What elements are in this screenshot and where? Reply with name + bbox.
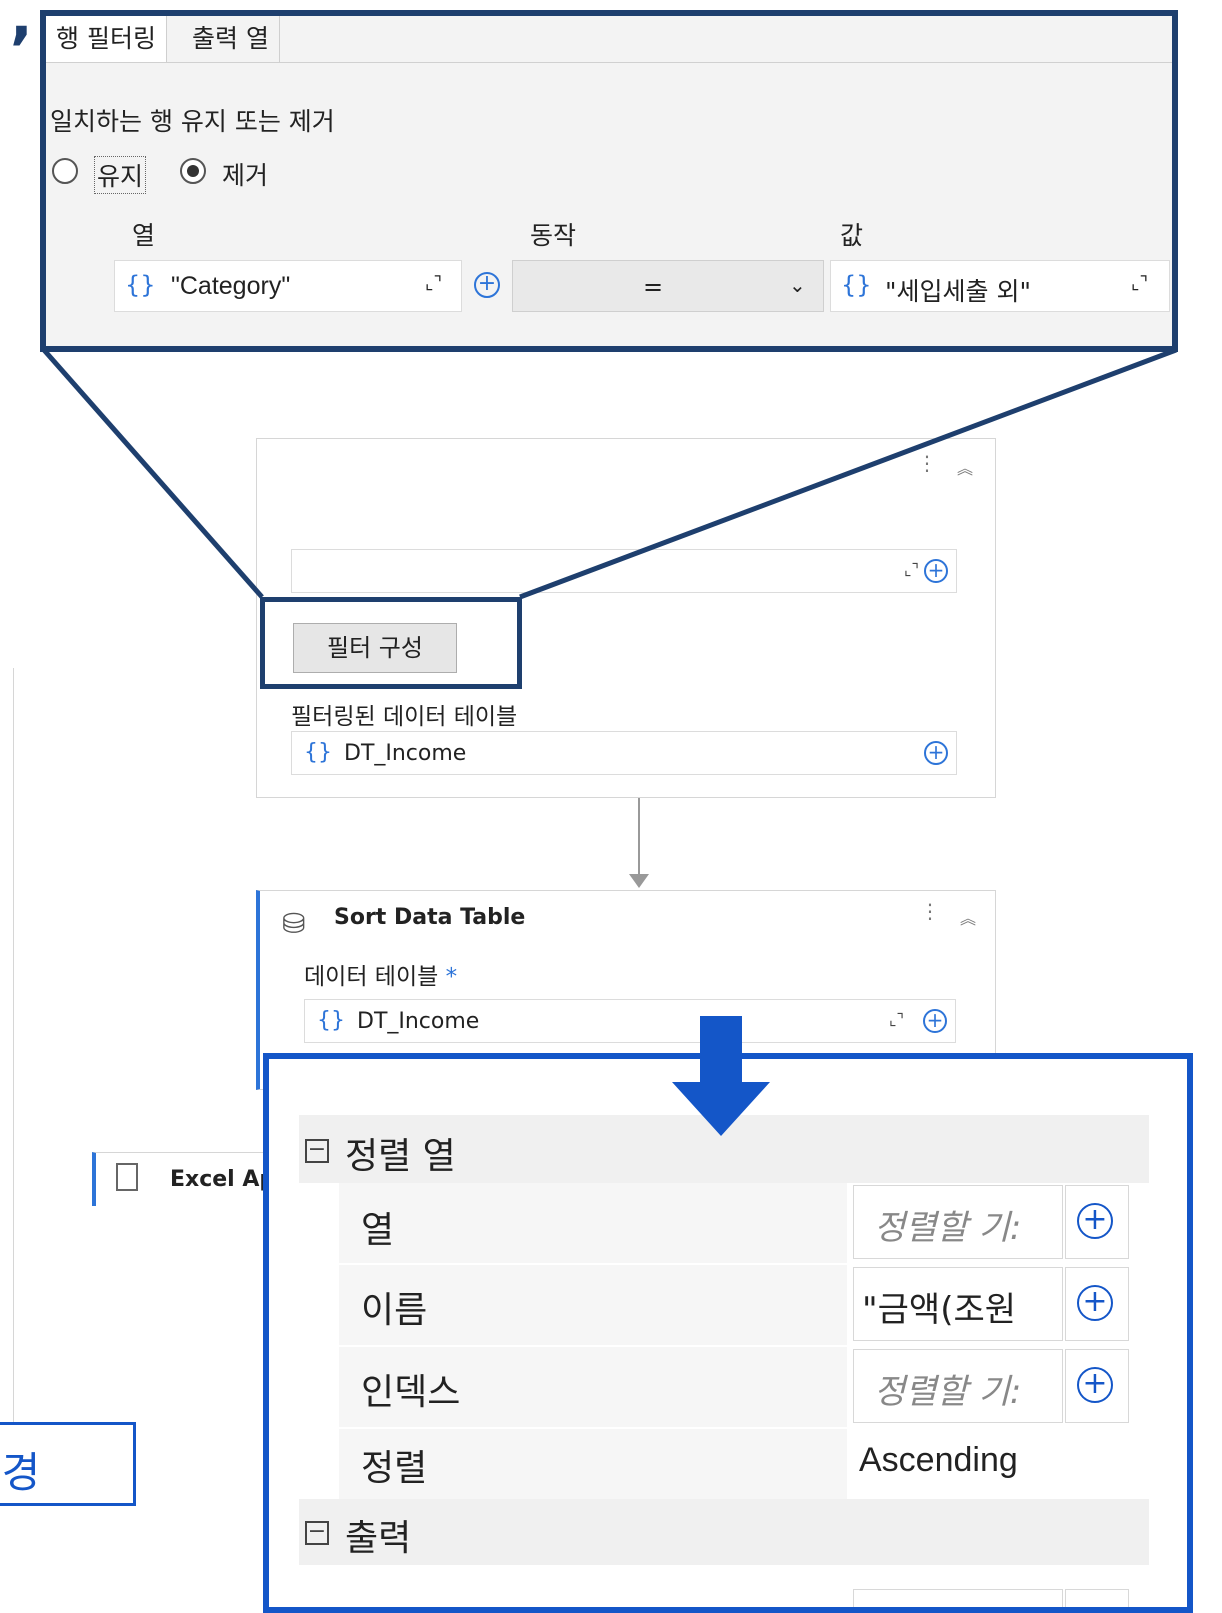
expand-icon[interactable]: ⌞⌝ [889,1010,904,1029]
add-variable-icon[interactable]: + [923,1009,947,1033]
prop-column-label: 열 [361,1210,395,1251]
prop-index-input[interactable]: 정렬할 기: [853,1349,1063,1423]
radio-remove-label: 제거 [222,161,269,190]
connector-arrowhead [629,874,649,888]
filter-operator-select[interactable]: = ⌄ [512,260,824,312]
prop-name-input[interactable]: "금액(조원 [853,1267,1063,1341]
excel-book-icon [116,1163,138,1191]
filter-wizard-callout: 행 필터링 출력 열 일치하는 행 유지 또는 제거 유지 제거 열 동작 값 … [40,10,1178,352]
sort-card-title: Sort Data Table [334,905,526,930]
expand-icon[interactable]: ⌞⌝ [425,273,442,294]
wizard-tabbar: 행 필터링 출력 열 [46,16,1172,63]
add-variable-icon[interactable]: + [1077,1203,1113,1239]
collapse-section-icon[interactable]: − [305,1139,329,1163]
input-datatable-field[interactable]: ⌞⌝ + [291,549,957,593]
arrow-down-icon [672,1016,770,1136]
filter-value-field[interactable]: {} "세입세출 외" ⌞⌝ [830,260,1170,312]
prop-order-label: 정렬 [361,1448,428,1489]
add-variable-icon[interactable]: + [474,272,500,298]
prop-name-value: "금액(조원 [862,1290,1017,1330]
variable-brace-icon: {} [304,740,332,765]
radio-keep-label: 유지 [94,156,147,194]
filter-operator-value: = [643,273,664,301]
sort-table-icon: ⛁ [282,907,306,940]
prop-index-label: 인덱스 [361,1372,461,1413]
operation-header: 동작 [530,221,577,250]
prop-index-placeholder: 정렬할 기: [874,1372,1022,1412]
variable-brace-icon: {} [317,1008,345,1033]
radio-remove[interactable] [180,158,206,184]
section-sort-columns-label: 정렬 열 [345,1136,456,1177]
tab-row-filter[interactable]: 행 필터링 [46,16,167,62]
sort-datatable-field[interactable]: {} DT_Income ⌞⌝ + [304,999,956,1043]
change-label-box: 변경 [0,1422,136,1506]
prop-output-input[interactable] [853,1589,1063,1607]
top-fragment: , [10,0,33,52]
output-datatable-label: 필터링된 데이터 테이블 [291,704,518,730]
variable-brace-icon: {} [125,271,156,299]
filter-column-field[interactable]: {} "Category" ⌞⌝ [114,260,462,312]
prop-name-label: 이름 [361,1290,428,1331]
output-datatable-value: DT_Income [344,741,467,766]
radio-keep[interactable] [52,158,78,184]
prop-column-placeholder: 정렬할 기: [874,1208,1022,1248]
sequence-border [0,668,14,1428]
more-options-icon[interactable]: ⋮ [917,451,937,475]
section-output[interactable] [299,1499,1149,1565]
collapse-section-icon[interactable]: − [305,1521,329,1545]
sort-datatable-value: DT_Income [357,1009,480,1034]
variable-brace-icon: {} [841,271,872,299]
section-output-label: 출력 [345,1518,412,1559]
add-variable-icon[interactable]: + [924,559,948,583]
expand-icon[interactable]: ⌞⌝ [904,560,919,579]
tab-output-columns[interactable]: 출력 열 [182,16,280,62]
filter-value-text: "세입세출 외" [885,277,1031,306]
expand-icon[interactable]: ⌞⌝ [1131,273,1148,294]
chevron-down-icon: ⌄ [789,273,806,297]
keep-remove-label: 일치하는 행 유지 또는 제거 [50,107,335,136]
collapse-icon[interactable]: ︽ [960,905,976,929]
filter-column-value: "Category" [171,272,291,300]
configure-filter-highlight [260,597,522,689]
value-header: 값 [840,221,864,250]
add-variable-icon[interactable]: + [1077,1285,1113,1321]
column-header: 열 [132,221,156,250]
prop-order-select[interactable]: Ascending [853,1431,1149,1497]
connector-line [638,798,640,878]
add-variable-icon[interactable]: + [1077,1367,1113,1403]
required-mark: * [445,964,458,990]
output-datatable-field[interactable]: {} DT_Income + [291,731,957,775]
prop-order-value: Ascending [859,1441,1018,1479]
collapse-icon[interactable]: ︽ [957,455,973,479]
prop-output-add-cell [1065,1589,1129,1607]
prop-row-column [339,1183,847,1263]
datatable-label: 데이터 테이블 * [304,964,458,990]
add-variable-icon[interactable]: + [924,741,948,765]
more-options-icon[interactable]: ⋮ [920,899,940,923]
prop-column-input[interactable]: 정렬할 기: [853,1185,1063,1259]
